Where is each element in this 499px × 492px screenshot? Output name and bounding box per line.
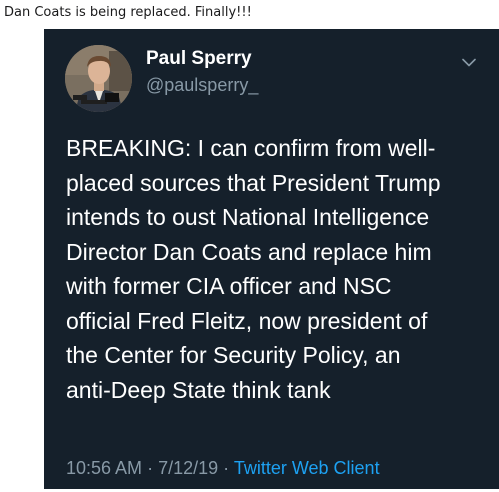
author-handle[interactable]: @paulsperry_ [146,73,258,97]
meta-separator: · [147,458,154,478]
tweet-date[interactable]: 7/12/19 [158,458,218,478]
author-name[interactable]: Paul Sperry [146,47,252,71]
chevron-down-icon [462,58,476,66]
tweet-source-link[interactable]: Twitter Web Client [234,458,380,478]
post-caption: Dan Coats is being replaced. Finally!!! [4,5,252,20]
screenshot-page: Dan Coats is being replaced. Finally!!! … [0,0,499,492]
tweet-time[interactable]: 10:56 AM [66,458,142,478]
tweet-metadata: 10:56 AM · 7/12/19 · Twitter Web Client [66,456,380,480]
tweet-card: Paul Sperry @paulsperry_ BREAKING: I can… [44,29,499,489]
tweet-menu-button[interactable] [456,49,482,75]
author-avatar[interactable] [65,45,132,112]
tweet-text: BREAKING: I can confirm from well- place… [66,135,441,403]
avatar-photo [65,45,132,112]
meta-separator: · [223,458,230,478]
